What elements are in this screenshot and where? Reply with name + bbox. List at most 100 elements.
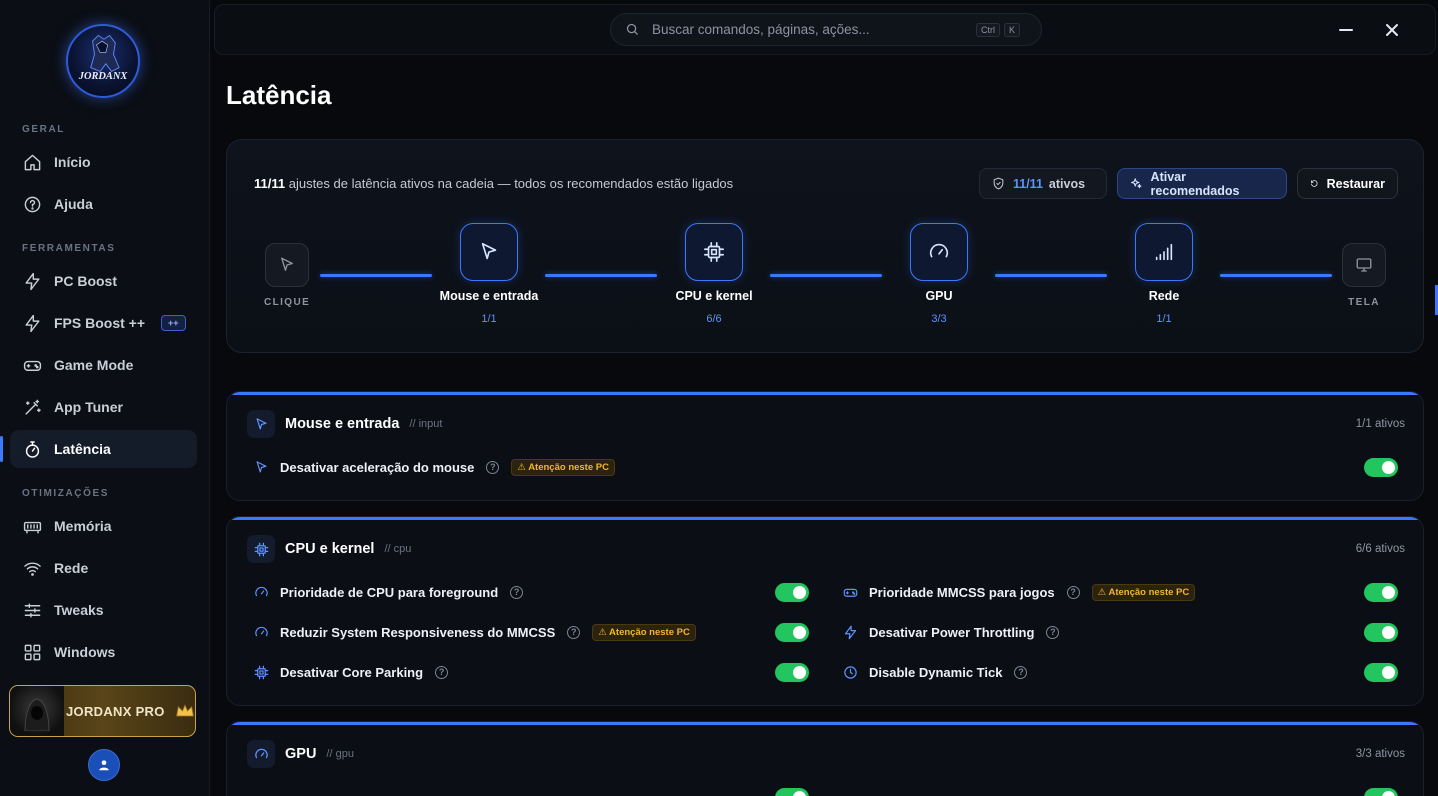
toggle-power-throttling[interactable] xyxy=(1364,623,1398,642)
cpu-chip-icon xyxy=(704,242,724,262)
warning-badge: ⚠ Atenção neste PC xyxy=(511,458,615,476)
warning-badge: ⚠ Atenção neste PC xyxy=(592,623,696,641)
stopwatch-icon xyxy=(22,439,42,459)
help-icon[interactable]: ? xyxy=(510,585,524,599)
chain-node-mouse[interactable]: Mouse e entrada 1/1 xyxy=(439,223,539,325)
toggle-dynamic-tick[interactable] xyxy=(1364,663,1398,682)
toggle-core-parking[interactable] xyxy=(775,663,809,682)
chain-node-label: GPU xyxy=(925,289,953,303)
sidebar-item-label: Windows xyxy=(54,644,116,660)
crown-icon xyxy=(175,704,194,717)
sidebar-item-memoria[interactable]: Memória xyxy=(10,507,197,545)
summary-text: ajustes de latência ativos na cadeia — t… xyxy=(285,176,734,191)
plus-badge: ++ xyxy=(161,315,186,331)
help-icon[interactable]: ? xyxy=(567,625,581,639)
sidebar-item-inicio[interactable]: Início xyxy=(10,143,197,181)
command-search[interactable]: Ctrl K xyxy=(610,13,1042,46)
grid-icon xyxy=(22,642,42,662)
chain-node-count: 1/1 xyxy=(1156,313,1172,325)
option-row: Prioridade MMCSS para jogos ? ⚠ Atenção … xyxy=(842,580,1196,604)
magic-wand-icon xyxy=(22,397,42,417)
user-profile-button[interactable] xyxy=(88,749,120,781)
section-gpu: GPU // gpu 3/3 ativos xyxy=(226,721,1424,796)
node-box xyxy=(265,243,310,287)
search-input[interactable] xyxy=(652,22,972,37)
chain-connector xyxy=(320,274,432,277)
restore-button[interactable]: Restaurar xyxy=(1297,168,1398,199)
toggle-mmcss-system-responsiveness[interactable] xyxy=(775,623,809,642)
option-row: Prioridade de CPU para foreground ? xyxy=(253,580,524,604)
help-icon[interactable]: ? xyxy=(1046,625,1060,639)
sidebar-item-ajuda[interactable]: Ajuda xyxy=(10,185,197,223)
section-label-ferramentas: FERRAMENTAS xyxy=(22,243,116,254)
activate-recommended-button[interactable]: Ativar recomendados xyxy=(1117,168,1287,199)
sidebar-item-label: PC Boost xyxy=(54,273,117,289)
chain-end-node: TELA xyxy=(1342,243,1386,308)
cursor-icon xyxy=(253,459,269,475)
close-button[interactable] xyxy=(1381,19,1403,41)
option-row: Disable Dynamic Tick ? xyxy=(842,660,1028,684)
chain-node-count: 3/3 xyxy=(931,313,947,325)
section-cpu: CPU e kernel // cpu 6/6 ativos Prioridad… xyxy=(226,516,1424,706)
sidebar-item-label: App Tuner xyxy=(54,399,123,415)
lightning-icon xyxy=(22,271,42,291)
sidebar-item-pc-boost[interactable]: PC Boost xyxy=(10,262,197,300)
option-label: Disable Dynamic Tick xyxy=(869,664,1003,680)
section-title: GPU xyxy=(285,746,317,762)
chain-node-rede[interactable]: Rede 1/1 xyxy=(1114,223,1214,325)
app-logo[interactable]: JORDANX xyxy=(66,24,140,98)
sidebar-item-app-tuner[interactable]: App Tuner xyxy=(10,388,197,426)
close-icon xyxy=(1386,24,1398,36)
chain-node-gpu[interactable]: GPU 3/3 xyxy=(889,223,989,325)
option-label: Desativar Power Throttling xyxy=(869,624,1035,640)
toggle-disable-mouse-acceleration[interactable] xyxy=(1364,458,1398,477)
restore-label: Restaurar xyxy=(1326,176,1385,191)
section-title: Mouse e entrada xyxy=(285,416,400,432)
sidebar-item-game-mode[interactable]: Game Mode xyxy=(10,346,197,384)
hooded-avatar xyxy=(10,686,64,736)
shortcut-k: K xyxy=(1004,22,1021,37)
chain-node-label: Mouse e entrada xyxy=(439,289,539,303)
cursor-icon xyxy=(281,257,294,271)
toggle-mmcss-games-priority[interactable] xyxy=(1364,583,1398,602)
sidebar-item-label: Rede xyxy=(54,560,89,576)
option-label: Prioridade MMCSS para jogos xyxy=(869,584,1055,600)
help-icon[interactable]: ? xyxy=(435,665,449,679)
minimize-button[interactable] xyxy=(1335,19,1357,41)
toggle-cpu-foreground-priority[interactable] xyxy=(775,583,809,602)
toggle-gpu-option[interactable] xyxy=(775,788,809,796)
sidebar-item-windows[interactable]: Windows xyxy=(10,633,197,671)
help-icon[interactable]: ? xyxy=(486,460,500,474)
wifi-icon xyxy=(22,558,42,578)
toggle-gpu-option[interactable] xyxy=(1364,788,1398,796)
shield-icon xyxy=(993,177,1004,190)
help-icon[interactable]: ? xyxy=(1014,665,1028,679)
chain-start-node: CLIQUE xyxy=(264,243,310,308)
memory-icon xyxy=(22,516,42,536)
sidebar-item-label: FPS Boost ++ xyxy=(54,315,146,331)
help-icon[interactable]: ? xyxy=(1066,585,1080,599)
gamepad-icon xyxy=(842,584,858,600)
sidebar-item-fps-boost[interactable]: FPS Boost ++ ++ xyxy=(10,304,197,342)
pro-label: JORDANX PRO xyxy=(66,703,165,719)
section-count: 6/6 ativos xyxy=(1355,543,1405,555)
chain-node-cpu[interactable]: CPU e kernel 6/6 xyxy=(664,223,764,325)
minimize-icon xyxy=(1339,29,1353,31)
sidebar-item-latencia[interactable]: Latência xyxy=(0,430,197,468)
section-tag: // cpu xyxy=(384,543,412,555)
sidebar-item-tweaks[interactable]: Tweaks xyxy=(10,591,197,629)
warning-badge: ⚠ Atenção neste PC xyxy=(1091,583,1196,601)
latency-chain-card: 11/11 ajustes de latência ativos na cade… xyxy=(226,139,1424,353)
gauge-icon xyxy=(253,624,269,640)
section-mouse: Mouse e entrada // input 1/1 ativos Desa… xyxy=(226,391,1424,501)
sidebar-item-label: Tweaks xyxy=(54,602,104,618)
sidebar-item-rede[interactable]: Rede xyxy=(10,549,197,587)
chain-connector xyxy=(545,274,657,277)
gauge-icon xyxy=(253,584,269,600)
page-title: Latência xyxy=(226,80,332,110)
gauge-icon xyxy=(929,243,949,258)
sparkle-icon xyxy=(1131,178,1142,189)
chain-end-label: TELA xyxy=(1348,297,1380,308)
node-box xyxy=(1135,223,1193,281)
pro-upgrade-card[interactable]: JORDANX PRO xyxy=(9,685,196,737)
